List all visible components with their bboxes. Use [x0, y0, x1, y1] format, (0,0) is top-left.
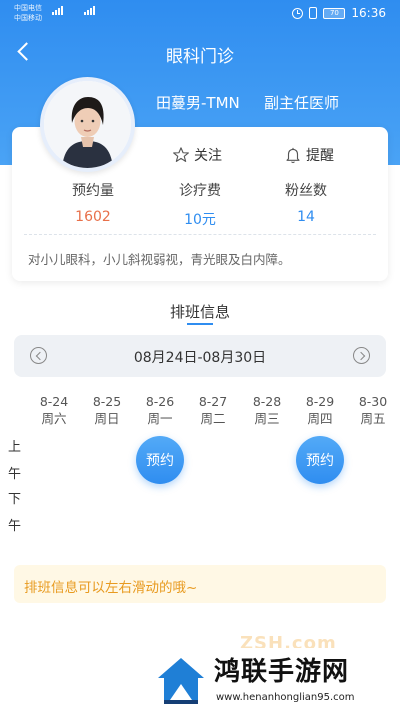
status-time: 16:36	[351, 6, 386, 20]
next-week-icon[interactable]	[353, 347, 370, 364]
stat-label-appointments: 预约量	[72, 183, 114, 199]
tip-text: 排班信息可以左右滑动的哦~	[24, 580, 198, 596]
day-date: 8-25	[92, 394, 122, 409]
day-weekday: 周日	[94, 411, 120, 426]
stat-value-appointments: 1602	[75, 209, 111, 225]
page-title: 眼科门诊	[166, 47, 234, 67]
doctor-rank: 副主任医师	[264, 94, 340, 112]
day-column: 8-26 周一	[138, 393, 182, 427]
vibrate-icon	[309, 7, 318, 19]
battery-icon: 70	[323, 7, 346, 19]
carrier-2: 中国移动	[14, 14, 42, 22]
day-weekday: 周四	[307, 411, 333, 426]
period-afternoon: 下午	[8, 492, 22, 534]
watermark: 鸿联手游网 www.henanhonglian95.com	[150, 648, 400, 711]
period-morning: 上午	[8, 440, 22, 482]
day-column: 8-27 周二	[191, 393, 235, 427]
stat-label-fee: 诊疗费	[179, 183, 221, 199]
follow-button[interactable]: 关注	[172, 145, 222, 165]
day-date: 8-24	[39, 394, 69, 409]
doctor-avatar	[40, 77, 135, 172]
signal-icon	[52, 6, 63, 15]
day-date: 8-30	[358, 394, 388, 409]
bell-icon	[286, 147, 300, 164]
week-range: 08月24日-08月30日	[133, 350, 267, 366]
day-weekday: 周五	[360, 411, 386, 426]
nav-bar: 眼科门诊	[0, 36, 400, 70]
watermark-title: 鸿联手游网	[214, 657, 350, 687]
divider	[24, 234, 376, 235]
stat-value-fans: 14	[297, 209, 315, 225]
star-icon	[173, 147, 189, 162]
status-bar: 中国电信 中国移动 70 16:36	[0, 0, 400, 28]
day-date: 8-28	[252, 394, 282, 409]
doctor-description: 对小儿眼科，小儿斜视弱视，青光眼及白内障。	[28, 252, 291, 267]
status-right: 70 16:36	[292, 6, 386, 20]
day-weekday: 周二	[200, 411, 226, 426]
watermark-url: www.henanhonglian95.com	[216, 692, 355, 703]
carrier-info: 中国电信 中国移动	[14, 3, 42, 23]
day-column: 8-25 周日	[85, 393, 129, 427]
schedule-title: 排班信息	[169, 303, 230, 321]
book-button[interactable]: 预约	[296, 436, 344, 484]
doctor-name: 田蔓男-TMN	[156, 94, 240, 112]
book-button[interactable]: 预约	[136, 436, 184, 484]
day-date: 8-26	[145, 394, 175, 409]
day-date: 8-29	[305, 394, 335, 409]
carrier-1: 中国电信	[14, 4, 42, 12]
stat-label-fans: 粉丝数	[285, 183, 327, 199]
stat-value-fee: 10元	[184, 212, 216, 228]
day-weekday: 周一	[147, 411, 173, 426]
follow-label: 关注	[194, 148, 222, 164]
day-weekday: 周三	[254, 411, 280, 426]
day-column: 8-30 周五	[351, 393, 395, 427]
day-column: 8-29 周四	[298, 393, 342, 427]
day-column: 8-28 周三	[245, 393, 289, 427]
house-logo-icon	[154, 652, 208, 706]
signal-icon	[84, 6, 95, 15]
day-column: 8-24 周六	[32, 393, 76, 427]
remind-label: 提醒	[306, 148, 334, 164]
alarm-icon	[292, 7, 304, 19]
title-underline	[187, 323, 213, 325]
remind-button[interactable]: 提醒	[284, 145, 334, 165]
week-selector: 08月24日-08月30日	[14, 335, 386, 377]
day-weekday: 周六	[41, 411, 67, 426]
swipe-tip: 排班信息可以左右滑动的哦~	[14, 565, 386, 603]
day-date: 8-27	[198, 394, 228, 409]
